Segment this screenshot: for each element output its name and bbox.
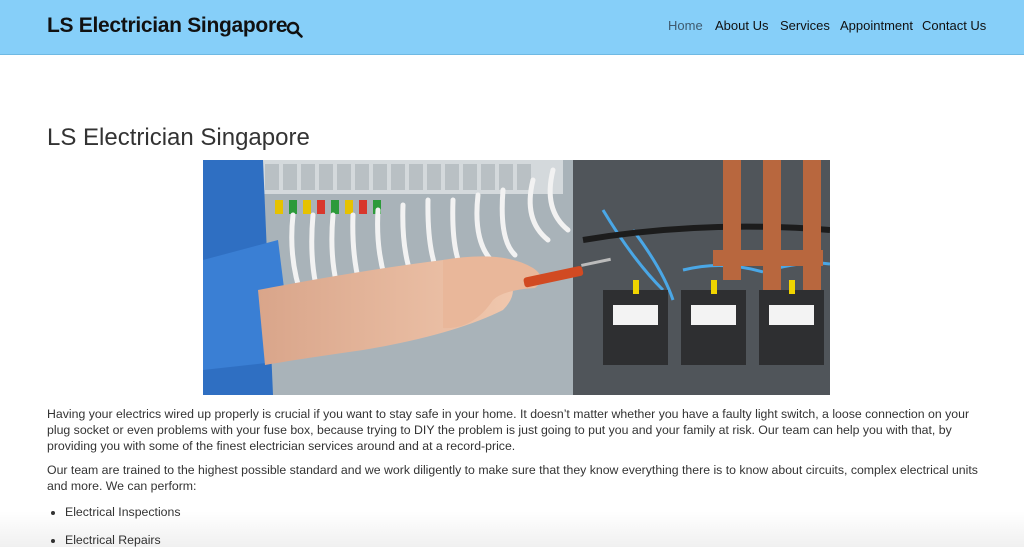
nav-item-contact-us[interactable]: Contact Us <box>922 18 986 33</box>
site-header: LS Electrician Singapore Home About Us S… <box>0 0 1024 55</box>
nav-item-appointment[interactable]: Appointment <box>840 18 913 33</box>
list-item: Electrical Inspections <box>65 504 987 520</box>
page-title: LS Electrician Singapore <box>47 124 310 152</box>
search-icon[interactable] <box>286 21 304 39</box>
site-title[interactable]: LS Electrician Singapore <box>47 14 287 38</box>
intro-paragraph: Having your electrics wired up properly … <box>47 406 987 454</box>
nav-item-services[interactable]: Services <box>780 18 830 33</box>
nav-item-home[interactable]: Home <box>668 18 703 33</box>
nav-item-about-us[interactable]: About Us <box>715 18 768 33</box>
team-paragraph: Our team are trained to the highest poss… <box>47 462 987 494</box>
page-content: Having your electrics wired up properly … <box>47 406 987 560</box>
services-list: Electrical Inspections Electrical Repair… <box>47 504 987 548</box>
hero-image <box>203 160 830 395</box>
electrician-panel-illustration <box>203 160 830 395</box>
list-item: Electrical Repairs <box>65 532 987 548</box>
